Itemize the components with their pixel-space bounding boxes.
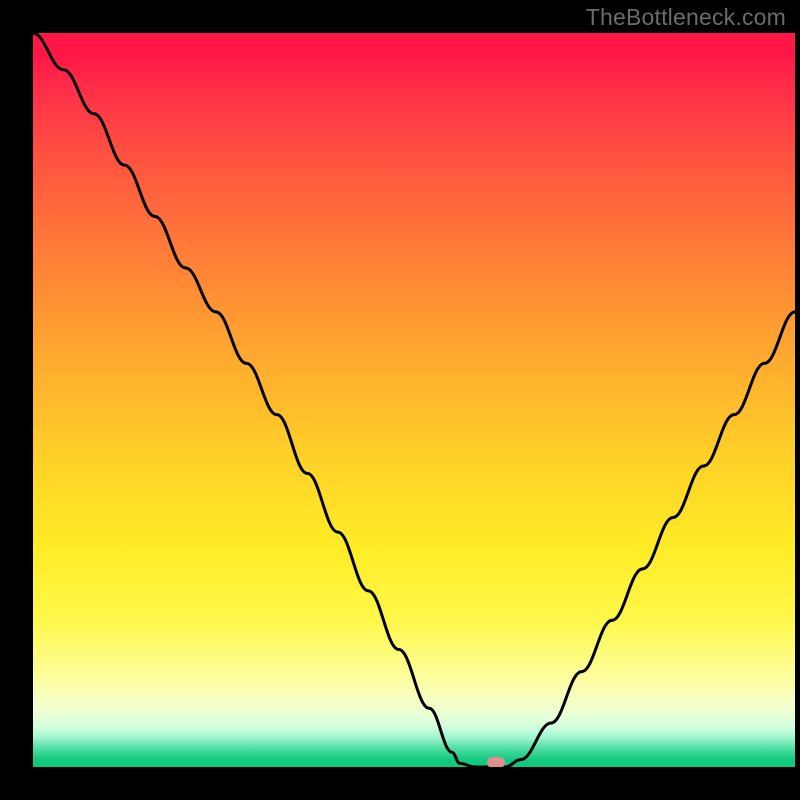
- plot-area: [33, 33, 795, 767]
- watermark-text: TheBottleneck.com: [586, 4, 786, 31]
- chart-frame: TheBottleneck.com: [0, 0, 800, 800]
- optimal-marker: [487, 757, 505, 767]
- bottleneck-curve: [33, 33, 795, 767]
- curve-path: [33, 33, 795, 767]
